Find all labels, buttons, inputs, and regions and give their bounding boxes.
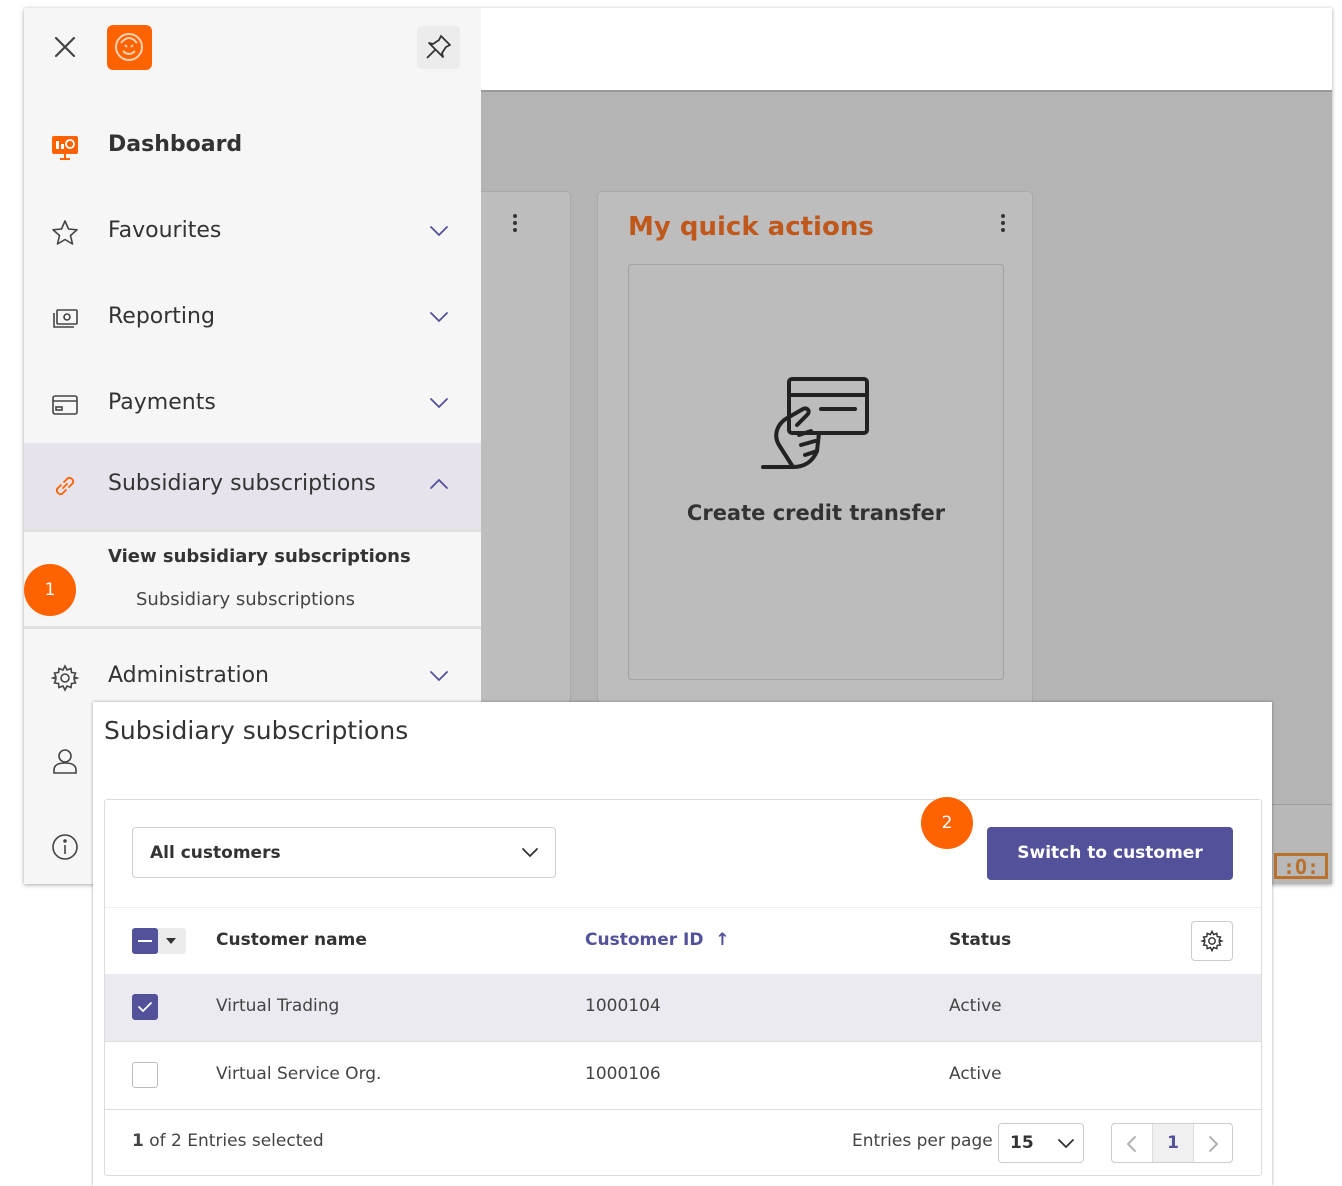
- sidebar-item-label: Administration: [108, 663, 269, 688]
- sidebar-item-subsidiary-subscriptions[interactable]: Subsidiary subscriptions: [24, 443, 481, 529]
- selection-summary: 1 of 2 Entries selected: [132, 1131, 324, 1151]
- sidebar-item-payments[interactable]: Payments: [24, 362, 481, 448]
- callout-badge-1: 1: [24, 564, 76, 616]
- card-menu-icon[interactable]: [1000, 214, 1006, 232]
- quick-actions-title: My quick actions: [628, 212, 874, 242]
- column-header-customer-id[interactable]: Customer ID ↑: [585, 930, 730, 950]
- column-header-status[interactable]: Status: [949, 930, 1011, 950]
- chevron-down-icon: [522, 848, 538, 858]
- chevron-down-icon[interactable]: [428, 669, 450, 683]
- sidebar-top: [24, 8, 481, 90]
- subsidiary-subscriptions-panel: Subsidiary subscriptions All customers S…: [93, 702, 1272, 1186]
- tile-label: Create credit transfer: [686, 501, 946, 525]
- link-icon: [55, 476, 75, 496]
- previous-page-icon[interactable]: [1125, 1135, 1139, 1153]
- check-icon: [138, 1002, 152, 1013]
- sidebar-item-label: Payments: [108, 390, 216, 415]
- customer-filter-select[interactable]: All customers: [132, 827, 556, 878]
- table-row[interactable]: Virtual Service Org. 1000106 Active: [105, 1042, 1261, 1110]
- chevron-down-icon[interactable]: [428, 396, 450, 410]
- current-page-button[interactable]: 1: [1152, 1124, 1194, 1162]
- sidebar-item-label: Subsidiary subscriptions: [108, 471, 376, 496]
- chevron-down-icon[interactable]: [428, 224, 450, 238]
- panel-title: Subsidiary subscriptions: [104, 716, 409, 745]
- entries-per-page-label: Entries per page: [852, 1131, 993, 1151]
- chevron-down-icon: [1058, 1139, 1074, 1149]
- pin-icon: [426, 35, 451, 59]
- current-page-number: 1: [1167, 1133, 1179, 1153]
- table-row[interactable]: Virtual Trading 1000104 Active: [105, 974, 1261, 1042]
- reporting-icon: [53, 309, 78, 328]
- table-footer: 1 of 2 Entries selected Entries per page…: [105, 1109, 1261, 1175]
- credit-card-hand-icon: [761, 377, 869, 469]
- create-credit-transfer-tile[interactable]: Create credit transfer: [628, 264, 1004, 680]
- customer-id-cell: 1000106: [585, 1064, 661, 1084]
- caret-down-icon: [166, 938, 176, 944]
- customer-name-cell: Virtual Trading: [216, 996, 340, 1016]
- status-cell: Active: [949, 996, 1002, 1016]
- footer-logo: :O:: [1274, 853, 1328, 879]
- gear-icon: [50, 664, 80, 692]
- dashboard-icon: [52, 136, 78, 160]
- customer-id-cell: 1000104: [585, 996, 661, 1016]
- card-icon: [52, 395, 78, 415]
- info-icon[interactable]: [50, 832, 80, 862]
- select-all-checkbox[interactable]: [132, 928, 186, 954]
- chevron-down-icon[interactable]: [428, 310, 450, 324]
- row-checkbox[interactable]: [132, 1062, 158, 1088]
- next-page-icon[interactable]: [1206, 1135, 1220, 1153]
- divider: [24, 626, 481, 629]
- sidebar-item-reporting[interactable]: Reporting: [24, 276, 481, 362]
- switch-to-customer-context-button[interactable]: Switch to customer context: [987, 827, 1233, 916]
- callout-badge-2: 2: [921, 797, 973, 849]
- gear-icon: [1200, 929, 1224, 953]
- customer-name-cell: Virtual Service Org.: [216, 1064, 382, 1084]
- sidebar-item-label: Favourites: [108, 218, 222, 243]
- chevron-up-icon[interactable]: [428, 477, 450, 491]
- page-size-value: 15: [1010, 1133, 1034, 1153]
- sidebar-item-favourites[interactable]: Favourites: [24, 190, 481, 276]
- pin-button[interactable]: [417, 26, 460, 69]
- entries-per-page-select[interactable]: 15: [998, 1123, 1084, 1163]
- row-checkbox[interactable]: [132, 994, 158, 1020]
- table-container: All customers Switch to customer context…: [104, 799, 1262, 1176]
- customer-filter-value: All customers: [150, 843, 281, 863]
- status-cell: Active: [949, 1064, 1002, 1084]
- table-header-row: Customer name Customer ID ↑ Status: [105, 907, 1261, 975]
- sidebar-item-label: Reporting: [108, 304, 215, 329]
- submenu-link-subsidiary-subscriptions[interactable]: Subsidiary subscriptions: [136, 589, 355, 610]
- column-header-label: Customer ID: [585, 930, 704, 950]
- sidebar-item-label: Dashboard: [108, 132, 243, 157]
- sort-ascending-icon: ↑: [715, 930, 730, 950]
- selected-count: 1: [132, 1131, 144, 1151]
- column-settings-button[interactable]: [1191, 921, 1233, 961]
- column-header-customer-name[interactable]: Customer name: [216, 930, 367, 950]
- selected-text: of 2 Entries selected: [143, 1131, 324, 1151]
- card-menu-icon[interactable]: [512, 214, 518, 232]
- close-icon[interactable]: [52, 34, 78, 60]
- pagination: 1: [1111, 1123, 1233, 1163]
- brand-logo: [107, 25, 152, 70]
- user-icon[interactable]: [50, 746, 80, 776]
- submenu-heading: View subsidiary subscriptions: [108, 546, 411, 567]
- sidebar-item-dashboard[interactable]: Dashboard: [24, 104, 481, 190]
- star-icon: [52, 220, 78, 245]
- divider: [24, 529, 481, 532]
